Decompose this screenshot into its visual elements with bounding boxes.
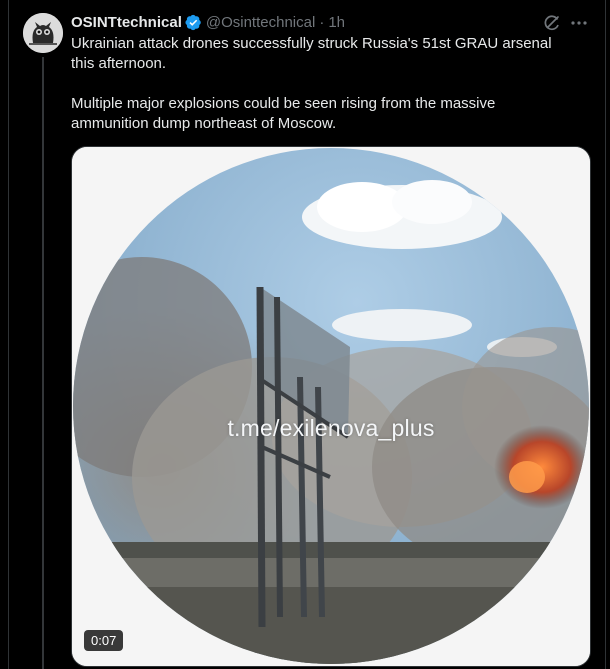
author-name[interactable]: OSINTtechnical	[71, 14, 182, 31]
separator-dot: ·	[319, 13, 325, 31]
video-player[interactable]: t.me/exilenova_plus 0:07	[71, 146, 591, 667]
tweet-paragraph-1: Ukrainian attack drones successfully str…	[71, 35, 552, 72]
video-watermark: t.me/exilenova_plus	[227, 415, 435, 441]
left-border	[0, 0, 9, 669]
post-time[interactable]: 1h	[328, 14, 345, 31]
grok-icon	[544, 15, 559, 31]
thread-line	[42, 57, 44, 669]
author-handle[interactable]: @Osinttechnical	[206, 14, 315, 31]
tweet-header: OSINTtechnical @Osinttechnical · 1h	[71, 12, 345, 32]
tweet[interactable]: OSINTtechnical @Osinttechnical · 1h Ukra…	[0, 0, 610, 669]
more-options-button[interactable]	[570, 13, 588, 33]
video-frame	[72, 147, 590, 666]
right-border	[605, 0, 610, 669]
tweet-paragraph-2: Multiple major explosions could be seen …	[71, 95, 496, 132]
verified-badge-icon[interactable]	[185, 14, 202, 31]
tweet-text: Ukrainian attack drones successfully str…	[71, 34, 576, 134]
more-icon	[571, 21, 587, 25]
grok-button[interactable]	[542, 13, 562, 33]
owl-logo-icon	[23, 13, 63, 53]
author-avatar[interactable]	[23, 13, 63, 53]
video-duration-badge: 0:07	[84, 630, 124, 651]
